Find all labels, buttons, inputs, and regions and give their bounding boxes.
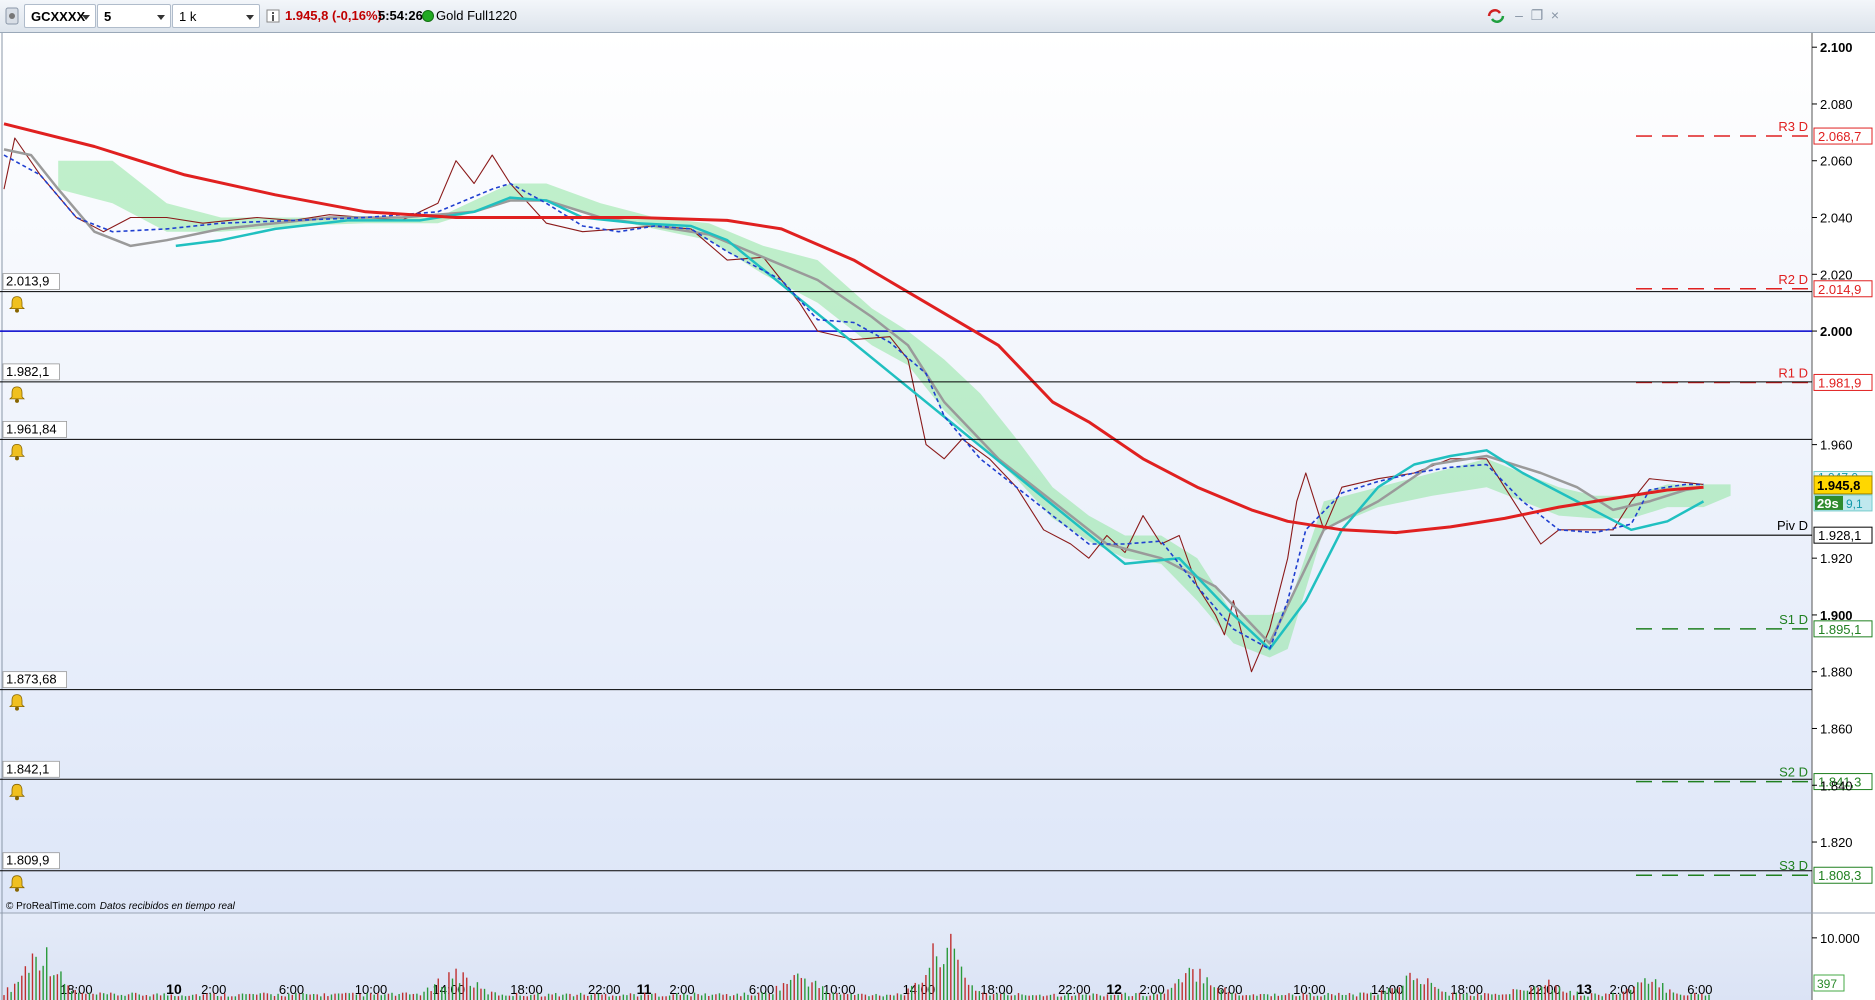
pivot-value-label: 1.928,1	[1818, 528, 1861, 543]
pivot-value-label: 1.895,1	[1818, 622, 1861, 637]
y-tick-label: 1.900	[1820, 608, 1853, 623]
y-tick-label: 2.020	[1820, 267, 1853, 282]
alert-value-label: 1.809,9	[6, 853, 49, 868]
pivot-value-label: 2.068,7	[1818, 129, 1861, 144]
x-tick-label: 6:00	[279, 982, 304, 997]
alert-value-label: 1.842,1	[6, 761, 49, 776]
restore-icon[interactable]: ❐	[1530, 8, 1544, 22]
y-tick-label: 2.060	[1820, 154, 1853, 169]
volume-tick-label: 10.000	[1820, 931, 1860, 946]
y-tick-label: 1.880	[1820, 665, 1853, 680]
pivot-name-label: R3 D	[1778, 119, 1808, 134]
chevron-down-icon	[246, 15, 254, 20]
countdown-label: 29s	[1817, 496, 1839, 511]
data-source-credit: © ProRealTime.com Datos recibidos en tiem…	[6, 901, 236, 912]
pivot-name-label: R1 D	[1778, 365, 1808, 380]
pivot-name-label: S2 D	[1779, 765, 1808, 780]
minimize-icon[interactable]: –	[1512, 8, 1526, 22]
y-tick-label: 1.840	[1820, 778, 1853, 793]
symbol-selector[interactable]: GCXXXX	[24, 4, 96, 28]
alert-value-label: 1.873,68	[6, 672, 57, 687]
y-tick-label: 1.920	[1820, 551, 1853, 566]
volume-last-label: 397	[1817, 977, 1837, 991]
timeframe-selector[interactable]: 5 minutos	[97, 4, 171, 48]
x-tick-label: 12	[1106, 981, 1122, 997]
pivot-value-label: 1.981,9	[1818, 375, 1861, 390]
y-tick-label: 1.860	[1820, 721, 1853, 736]
bell-clapper	[15, 887, 19, 892]
y-tick-label: 2.080	[1820, 97, 1853, 112]
y-tick-label: 2.100	[1820, 40, 1853, 55]
bell-clapper	[15, 796, 19, 801]
chevron-down-icon	[157, 15, 165, 20]
alert-value-label: 2.013,9	[6, 274, 49, 289]
market-time: 5:54:26	[378, 8, 423, 23]
bell-clapper	[15, 456, 19, 461]
last-price-label: 1.945,8	[1817, 478, 1860, 493]
partial-value-label: 9,1	[1846, 497, 1863, 511]
units-selector[interactable]: 1 k unidades	[172, 4, 260, 48]
x-tick-label: 13	[1576, 981, 1592, 997]
pivot-name-label: R2 D	[1778, 272, 1808, 287]
x-tick-label: 10	[166, 981, 182, 997]
price-axis-background	[1812, 33, 1875, 1000]
account-label: Gold Full1220	[436, 8, 517, 23]
price-chart[interactable]: R3 D 2.068,7 R2 D 2.014,9 R1 D 1.981,9 Piv D 1.…	[0, 33, 1875, 1000]
y-tick-label: 1.960	[1820, 438, 1853, 453]
pivot-name-label: Piv D	[1777, 518, 1808, 533]
x-tick-label: 14:00	[1371, 982, 1404, 997]
info-icon[interactable]	[266, 4, 280, 28]
symbol-label: GCXXXX	[31, 9, 86, 24]
close-icon[interactable]: ×	[1548, 8, 1562, 22]
pivot-name-label: S1 D	[1779, 612, 1808, 627]
x-tick-label: 22:00	[588, 982, 621, 997]
bell-clapper	[15, 706, 19, 711]
x-tick-label: 10:00	[1293, 982, 1326, 997]
y-tick-label: 1.820	[1820, 835, 1853, 850]
menu-grip-icon[interactable]	[4, 4, 22, 28]
sync-icon[interactable]	[1486, 8, 1506, 23]
chevron-down-icon	[82, 15, 90, 20]
pivot-value-label: 2.014,9	[1818, 282, 1861, 297]
alert-value-label: 1.982,1	[6, 364, 49, 379]
y-tick-label: 2.040	[1820, 211, 1853, 226]
bell-clapper	[15, 398, 19, 403]
bell-clapper	[15, 308, 19, 313]
y-tick-label: 2.000	[1820, 324, 1853, 339]
last-price-change: 1.945,8 (-0,16%)	[285, 8, 382, 23]
connection-status-icon	[422, 4, 434, 28]
chart-toolbar: GCXXXX 5 minutos 1 k unidades 1.945,8 (-…	[0, 0, 1875, 48]
pivot-value-label: 1.808,3	[1818, 868, 1861, 883]
alert-value-label: 1.961,84	[6, 421, 57, 436]
